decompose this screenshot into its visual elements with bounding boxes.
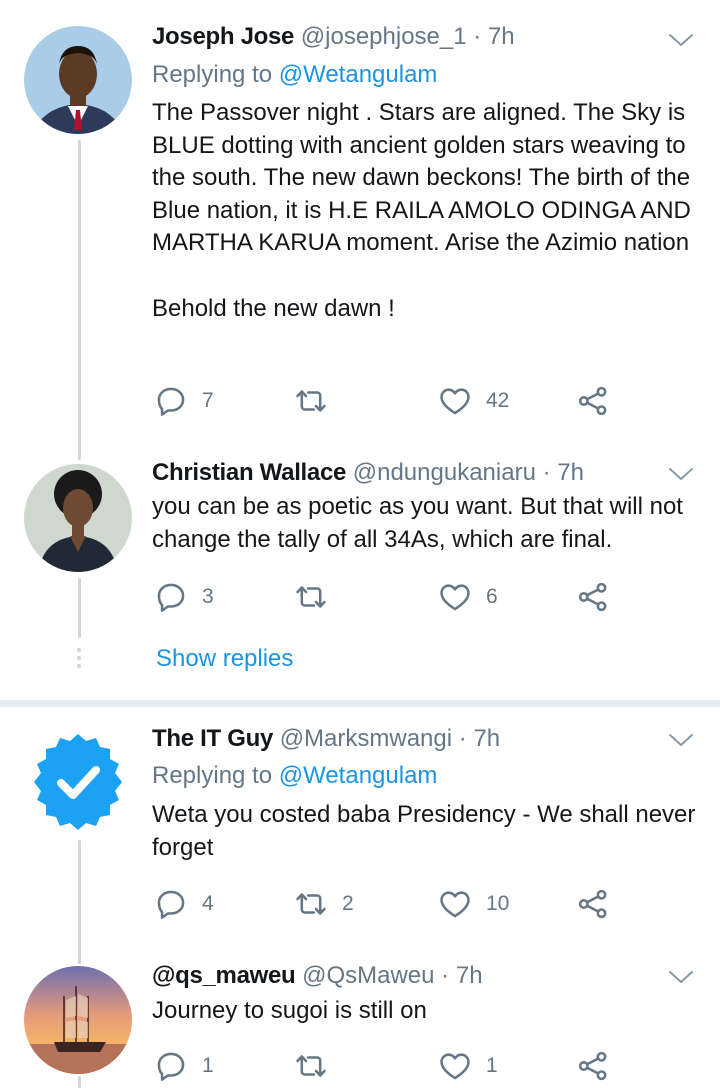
share-button[interactable] <box>576 381 610 421</box>
display-name[interactable]: Christian Wallace <box>152 459 346 486</box>
retweet-icon <box>294 384 328 418</box>
separator-dot: · <box>458 725 467 752</box>
tweet-text: Weta you costed baba Presidency - We sha… <box>152 801 696 861</box>
heart-icon <box>438 384 472 418</box>
retweet-icon <box>294 887 328 921</box>
timestamp[interactable]: 7h <box>488 23 515 50</box>
reply-button[interactable]: 4 <box>154 884 214 924</box>
tweet-actions: 1 1 <box>152 1046 700 1086</box>
like-button[interactable]: 6 <box>438 577 498 617</box>
tweet-header: The IT Guy @Marksmwangi · 7h <box>152 724 700 754</box>
retweet-count: 2 <box>342 892 354 915</box>
chevron-down-icon[interactable] <box>668 466 694 482</box>
like-button[interactable]: 1 <box>438 1046 498 1086</box>
retweet-icon <box>294 1049 328 1083</box>
thread-line <box>78 1076 81 1088</box>
tweet-actions: 3 6 <box>152 577 700 617</box>
reply-count: 7 <box>202 389 214 412</box>
share-icon <box>576 580 610 614</box>
tweet-actions: 7 42 <box>152 381 700 421</box>
avatar[interactable] <box>24 728 132 836</box>
tweet-text: you can be as poetic as you want. But th… <box>152 493 683 553</box>
reply-button[interactable]: 3 <box>154 577 214 617</box>
tweet-header: @qs_maweu @QsMaweu · 7h <box>152 961 700 991</box>
avatar[interactable] <box>24 966 132 1074</box>
separator-dot: · <box>441 962 450 989</box>
username[interactable]: @ndungukaniaru <box>353 459 536 486</box>
like-count: 42 <box>486 389 510 412</box>
display-name[interactable]: Joseph Jose <box>152 23 294 50</box>
share-button[interactable] <box>576 577 610 617</box>
like-button[interactable]: 10 <box>438 884 509 924</box>
reply-count: 4 <box>202 892 214 915</box>
timestamp[interactable]: 7h <box>557 459 584 486</box>
heart-icon <box>438 887 472 921</box>
like-button[interactable]: 42 <box>438 381 509 421</box>
thread-line <box>78 140 81 460</box>
mention-link[interactable]: @Wetangulam <box>279 61 438 88</box>
retweet-button[interactable] <box>294 577 342 617</box>
replying-to-label: Replying to <box>152 762 273 789</box>
chevron-down-icon[interactable] <box>668 32 694 48</box>
timestamp[interactable]: 7h <box>456 962 483 989</box>
replying-to: Replying to @Wetangulam <box>152 60 437 90</box>
share-icon <box>576 384 610 418</box>
timestamp[interactable]: 7h <box>473 725 500 752</box>
retweet-icon <box>294 580 328 614</box>
retweet-button[interactable] <box>294 381 342 421</box>
reply-button[interactable]: 1 <box>154 1046 214 1086</box>
share-button[interactable] <box>576 1046 610 1086</box>
username[interactable]: @QsMaweu <box>302 962 434 989</box>
tweet-text: The Passover night . Stars are aligned. … <box>152 99 691 322</box>
reply-icon <box>154 580 188 614</box>
reply-icon <box>154 1049 188 1083</box>
share-button[interactable] <box>576 884 610 924</box>
chevron-down-icon[interactable] <box>668 969 694 985</box>
thread-separator <box>0 700 720 707</box>
more-replies-dots-icon <box>76 647 82 669</box>
reply-icon <box>154 384 188 418</box>
show-replies-link[interactable]: Show replies <box>156 644 293 674</box>
separator-dot: · <box>542 459 551 486</box>
mention-link[interactable]: @Wetangulam <box>279 762 438 789</box>
reply-count: 3 <box>202 585 214 608</box>
display-name[interactable]: The IT Guy <box>152 725 273 752</box>
heart-icon <box>438 1049 472 1083</box>
thread-line <box>78 840 81 964</box>
share-icon <box>576 887 610 921</box>
heart-icon <box>438 580 472 614</box>
avatar[interactable] <box>24 464 132 572</box>
tweet-actions: 4 2 10 <box>152 884 700 924</box>
like-count: 6 <box>486 585 498 608</box>
share-icon <box>576 1049 610 1083</box>
retweet-button[interactable] <box>294 1046 342 1086</box>
reply-button[interactable]: 7 <box>154 381 214 421</box>
replying-to: Replying to @Wetangulam <box>152 761 437 791</box>
username[interactable]: @josephjose_1 <box>301 23 467 50</box>
retweet-button[interactable]: 2 <box>294 884 354 924</box>
username[interactable]: @Marksmwangi <box>280 725 452 752</box>
tweet-header: Joseph Jose @josephjose_1 · 7h <box>152 22 700 52</box>
chevron-down-icon[interactable] <box>668 732 694 748</box>
tweet-header: Christian Wallace @ndungukaniaru · 7h <box>152 458 700 488</box>
separator-dot: · <box>473 23 482 50</box>
like-count: 1 <box>486 1054 498 1077</box>
display-name[interactable]: @qs_maweu <box>152 962 296 989</box>
tweet-text: Journey to sugoi is still on <box>152 997 427 1024</box>
replying-to-label: Replying to <box>152 61 273 88</box>
reply-icon <box>154 887 188 921</box>
avatar[interactable] <box>24 26 132 134</box>
reply-count: 1 <box>202 1054 214 1077</box>
like-count: 10 <box>486 892 510 915</box>
thread-line <box>78 578 81 638</box>
